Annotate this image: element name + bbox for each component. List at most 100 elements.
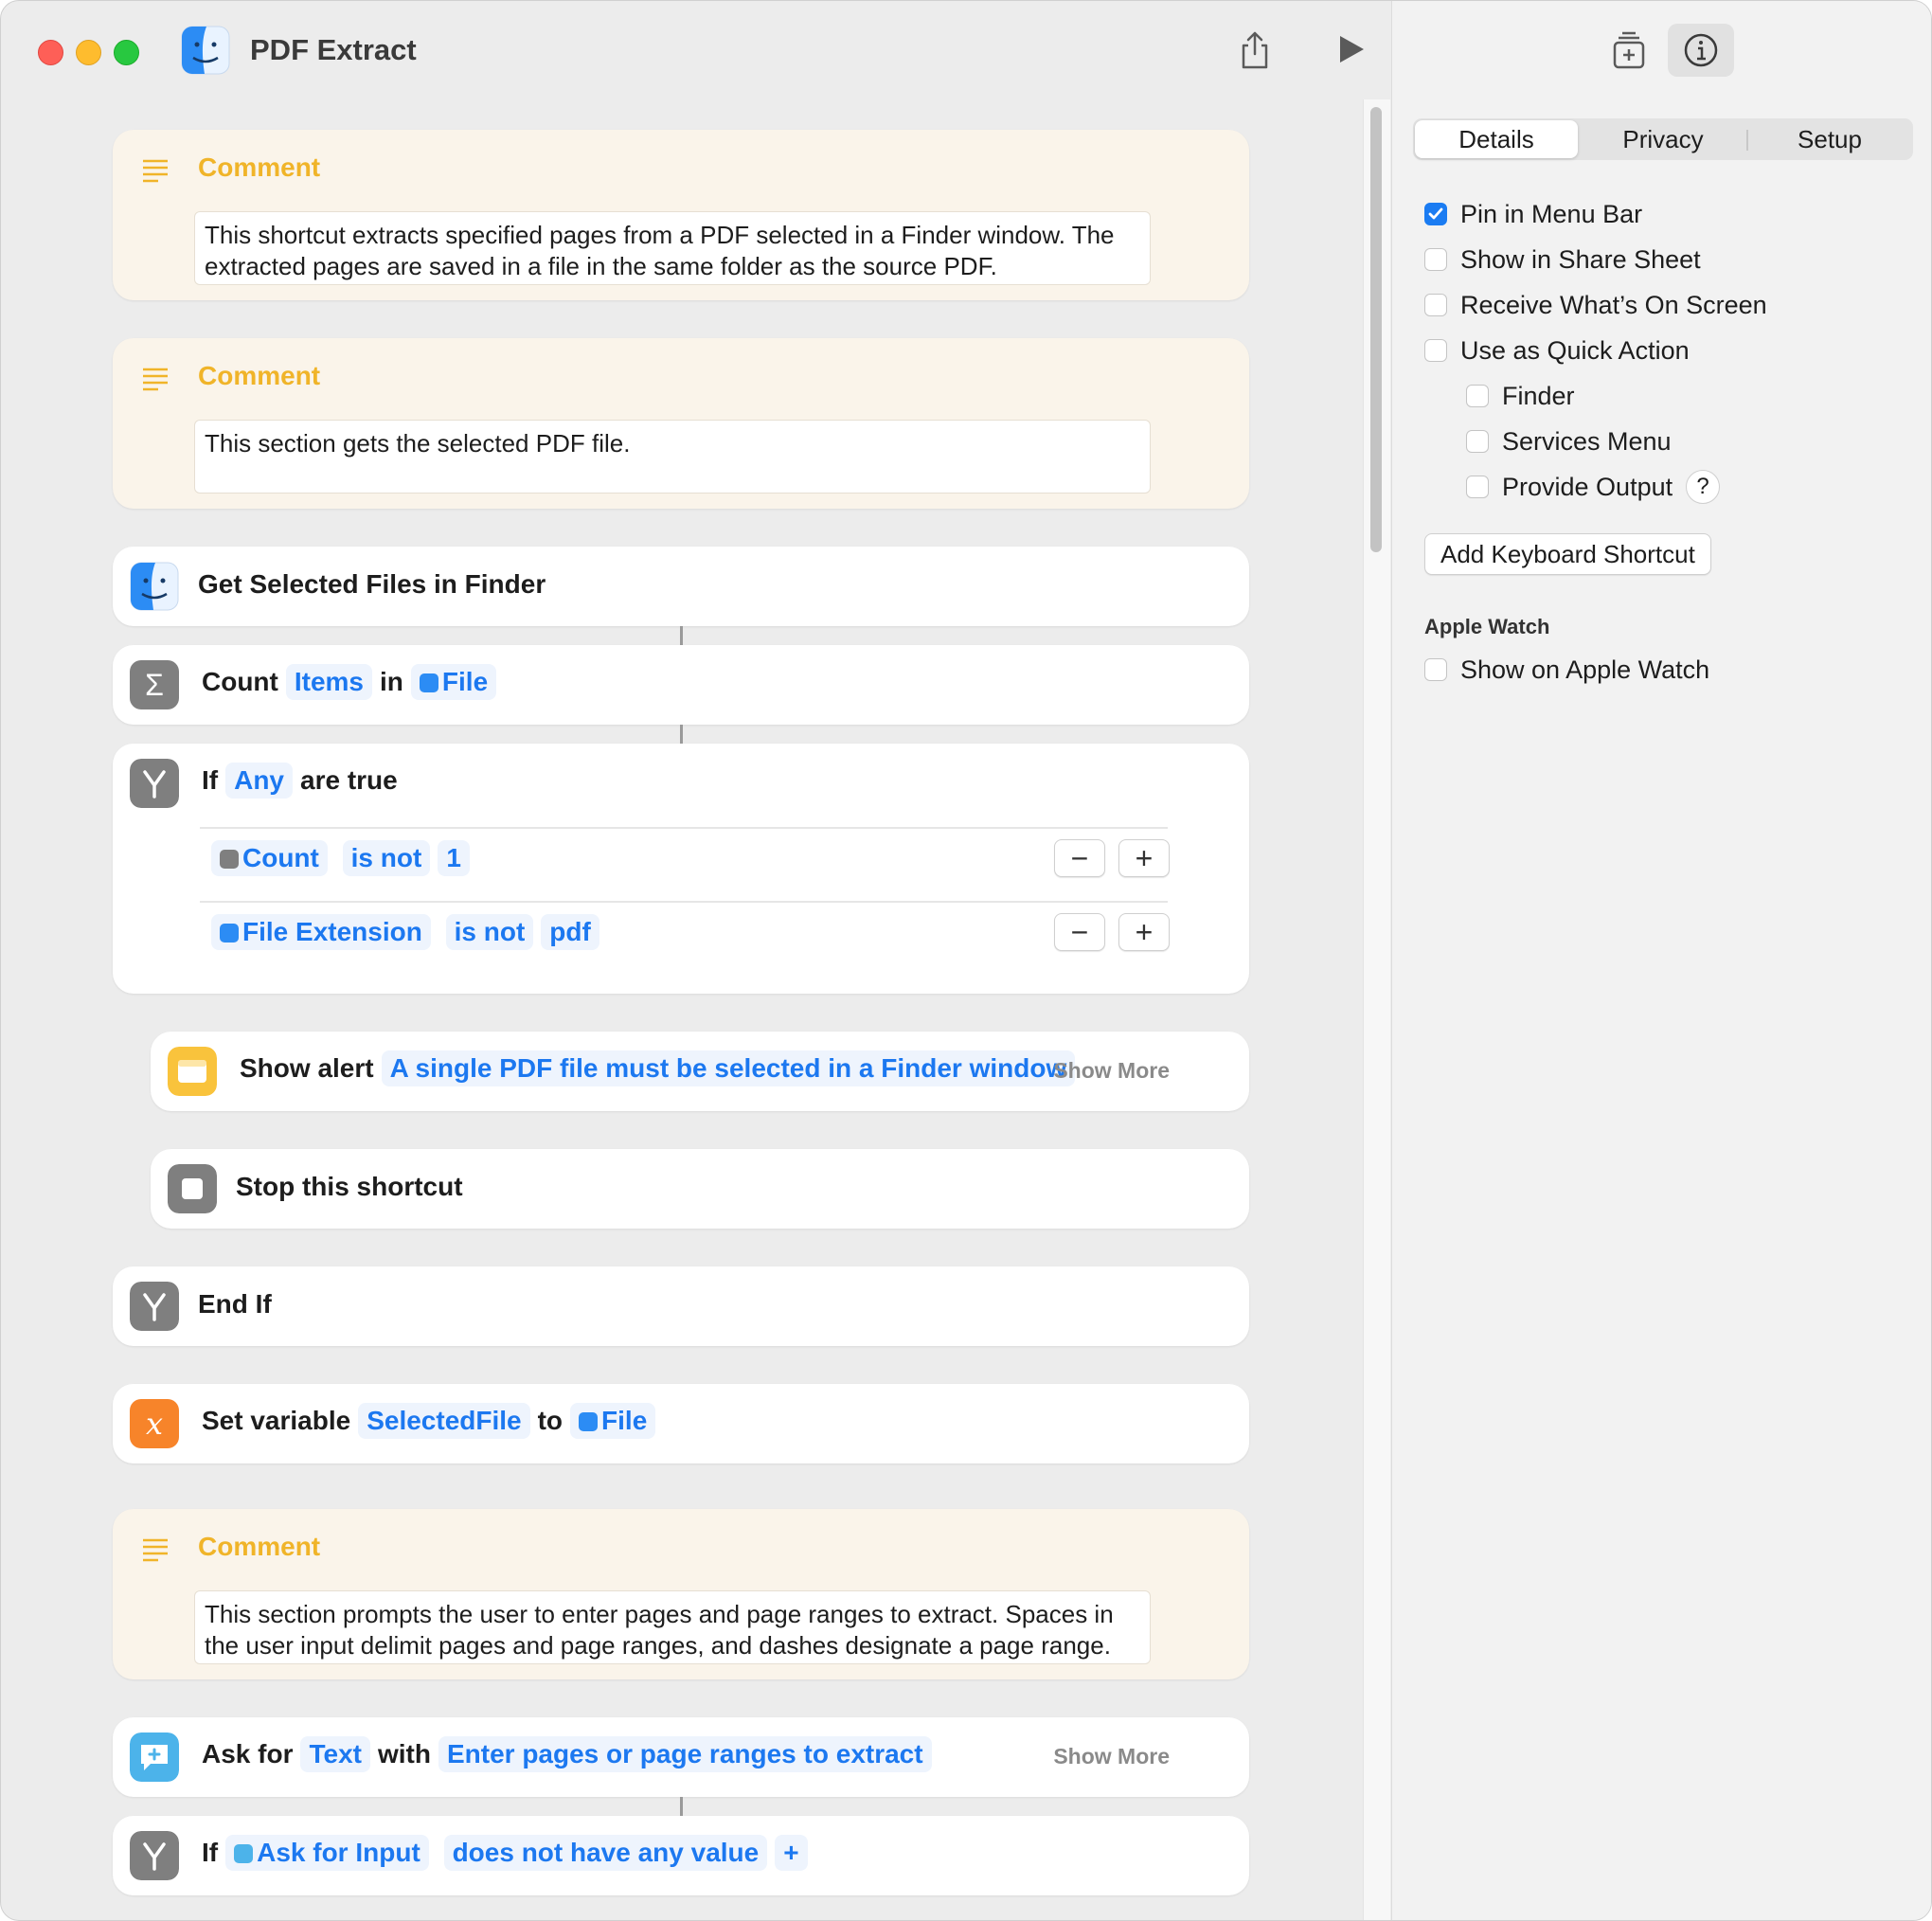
show-alert-action[interactable]: Show alert A single PDF file must be sele… bbox=[151, 1032, 1249, 1111]
tab-details[interactable]: Details bbox=[1415, 120, 1578, 158]
comment-text-field[interactable]: This section prompts the user to enter p… bbox=[194, 1590, 1151, 1664]
help-button[interactable]: ? bbox=[1686, 470, 1721, 504]
ask-icon bbox=[130, 1732, 179, 1782]
services-menu-checkbox[interactable] bbox=[1466, 430, 1489, 453]
shortcut-editor-window: PDF Extract Comment This shortcut extrac… bbox=[0, 0, 1932, 1921]
remove-condition-button[interactable]: − bbox=[1054, 839, 1105, 877]
condition-operator[interactable]: does not have any value bbox=[443, 1835, 768, 1871]
condition-divider bbox=[200, 827, 1168, 829]
ask-verb: Ask for bbox=[202, 1739, 294, 1768]
if-row: If Any are true bbox=[198, 763, 402, 799]
finder-checkbox[interactable] bbox=[1466, 385, 1489, 407]
if-mode-token[interactable]: Any bbox=[225, 763, 294, 799]
if-verb: If bbox=[202, 765, 219, 795]
branch-icon bbox=[130, 1831, 179, 1880]
comment-icon bbox=[143, 368, 168, 391]
tab-privacy[interactable]: Privacy bbox=[1580, 118, 1746, 160]
option-show-in-share-sheet[interactable]: Show in Share Sheet bbox=[1424, 241, 1701, 278]
end-if-action[interactable]: End If bbox=[113, 1266, 1249, 1346]
comment-action[interactable]: Comment This section gets the selected P… bbox=[113, 338, 1249, 509]
variable-icon: x bbox=[130, 1399, 179, 1448]
use-as-quick-action-checkbox[interactable] bbox=[1424, 339, 1447, 362]
comment-label: Comment bbox=[198, 1532, 321, 1561]
option-label: Show on Apple Watch bbox=[1460, 655, 1710, 684]
info-button[interactable] bbox=[1668, 24, 1734, 77]
ask-row: Ask for Text with Enter pages or page range… bbox=[198, 1736, 936, 1772]
comment-action[interactable]: Comment This shortcut extracts specified… bbox=[113, 130, 1249, 300]
finder-icon bbox=[419, 673, 438, 692]
set-variable-action[interactable]: x Set variable SelectedFile to File bbox=[113, 1384, 1249, 1463]
comment-action[interactable]: Comment This section prompts the user to… bbox=[113, 1509, 1249, 1679]
play-icon[interactable] bbox=[1336, 33, 1367, 65]
finder-icon[interactable] bbox=[181, 26, 230, 75]
add-to-library-icon bbox=[1613, 31, 1645, 69]
alert-icon bbox=[168, 1047, 217, 1096]
ask-input-label: Ask for Input bbox=[257, 1838, 420, 1867]
add-condition-button[interactable]: + bbox=[1118, 913, 1170, 951]
close-window-button[interactable] bbox=[38, 40, 63, 65]
comment-text-field[interactable]: This section gets the selected PDF file. bbox=[194, 420, 1151, 494]
condition-operator[interactable]: is not bbox=[342, 840, 431, 876]
share-icon[interactable] bbox=[1238, 29, 1272, 71]
show-more-button[interactable]: Show More bbox=[1053, 1744, 1170, 1769]
add-keyboard-shortcut-button[interactable]: Add Keyboard Shortcut bbox=[1424, 533, 1711, 575]
condition-operator[interactable]: is not bbox=[445, 914, 534, 950]
show-more-button[interactable]: Show More bbox=[1053, 1058, 1170, 1084]
option-use-as-quick-action[interactable]: Use as Quick Action bbox=[1424, 332, 1690, 369]
file-variable-label: File bbox=[601, 1406, 648, 1435]
option-receive-whats-on-screen[interactable]: Receive What’s On Screen bbox=[1424, 286, 1767, 324]
alert-message-token[interactable]: A single PDF file must be selected in a … bbox=[381, 1050, 1076, 1086]
details-sidebar: Details Privacy Setup Pin in Menu Bar Sh… bbox=[1391, 1, 1931, 1920]
option-services-menu[interactable]: Services Menu bbox=[1466, 422, 1672, 460]
remove-condition-button[interactable]: − bbox=[1054, 913, 1105, 951]
add-condition-button[interactable]: + bbox=[1118, 839, 1170, 877]
ask-for-input-action[interactable]: Ask for Text with Enter pages or page range… bbox=[113, 1717, 1249, 1797]
tab-setup[interactable]: Setup bbox=[1748, 118, 1911, 160]
zoom-window-button[interactable] bbox=[114, 40, 139, 65]
add-to-library-button[interactable] bbox=[1596, 24, 1662, 77]
finder-icon bbox=[130, 562, 179, 611]
show-on-apple-watch-checkbox[interactable] bbox=[1424, 658, 1447, 681]
editor-scroll-thumb[interactable] bbox=[1370, 107, 1382, 552]
option-provide-output[interactable]: Provide Output ? bbox=[1466, 468, 1721, 506]
if-action[interactable]: If Any are true Count is not 1 − + File Ext… bbox=[113, 744, 1249, 994]
show-in-share-sheet-checkbox[interactable] bbox=[1424, 248, 1447, 271]
flow-connector bbox=[680, 626, 683, 645]
prompt-token[interactable]: Enter pages or page ranges to extract bbox=[438, 1736, 932, 1772]
condition-row: Count is not 1 bbox=[207, 840, 474, 876]
stop-shortcut-action[interactable]: Stop this shortcut bbox=[151, 1149, 1249, 1229]
sidebar-tabs: Details Privacy Setup bbox=[1413, 118, 1913, 160]
option-show-on-apple-watch[interactable]: Show on Apple Watch bbox=[1424, 651, 1709, 689]
condition-value[interactable]: pdf bbox=[541, 914, 599, 950]
count-target-token[interactable]: Items bbox=[285, 664, 373, 700]
condition-value[interactable]: 1 bbox=[438, 840, 470, 876]
shortcut-editor: Comment This shortcut extracts specified… bbox=[1, 99, 1391, 1920]
comment-text-field[interactable]: This shortcut extracts specified pages f… bbox=[194, 211, 1151, 285]
option-label: Finder bbox=[1502, 381, 1575, 410]
file-extension-token[interactable]: File Extension bbox=[211, 914, 431, 950]
checkmark-icon bbox=[1428, 207, 1443, 220]
comment-label: Comment bbox=[198, 361, 321, 390]
minimize-window-button[interactable] bbox=[76, 40, 101, 65]
input-type-token[interactable]: Text bbox=[300, 1736, 370, 1772]
if-suffix: are true bbox=[300, 765, 398, 795]
provide-output-checkbox[interactable] bbox=[1466, 476, 1489, 498]
get-selected-files-action[interactable]: Get Selected Files in Finder bbox=[113, 547, 1249, 626]
set-variable-row: Set variable SelectedFile to File bbox=[198, 1403, 659, 1439]
branch-icon bbox=[130, 1282, 179, 1331]
option-label: Services Menu bbox=[1502, 426, 1672, 456]
option-finder[interactable]: Finder bbox=[1466, 377, 1575, 415]
file-variable-token[interactable]: File bbox=[570, 1403, 656, 1439]
receive-whats-on-screen-checkbox[interactable] bbox=[1424, 294, 1447, 316]
pin-in-menu-bar-checkbox[interactable] bbox=[1424, 203, 1447, 225]
option-pin-in-menu-bar[interactable]: Pin in Menu Bar bbox=[1424, 195, 1642, 233]
file-variable-token[interactable]: File bbox=[410, 664, 497, 700]
count-action[interactable]: Σ Count Items in File bbox=[113, 645, 1249, 725]
count-variable-token[interactable]: Count bbox=[211, 840, 328, 876]
if-row: If Ask for Input does not have any value + bbox=[198, 1835, 812, 1871]
add-condition-button[interactable]: + bbox=[775, 1835, 808, 1871]
comment-icon bbox=[143, 1538, 168, 1562]
ask-input-variable-token[interactable]: Ask for Input bbox=[225, 1835, 429, 1871]
variable-name-token[interactable]: SelectedFile bbox=[358, 1403, 530, 1439]
if-action[interactable]: If Ask for Input does not have any value + bbox=[113, 1816, 1249, 1895]
